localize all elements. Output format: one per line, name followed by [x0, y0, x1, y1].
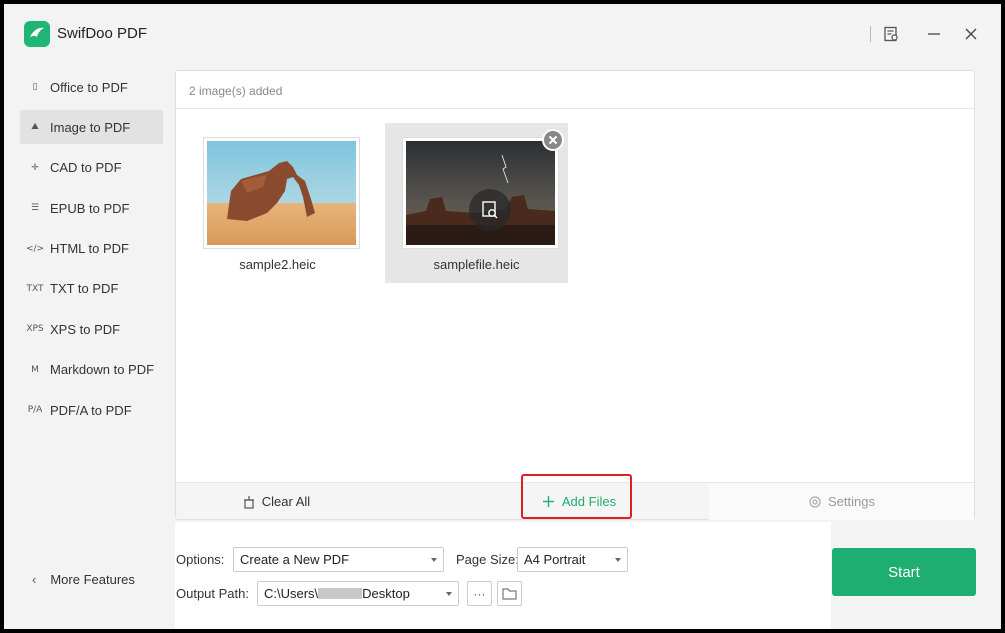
txt-icon: TXT — [26, 283, 44, 294]
swifdoo-logo-icon — [24, 21, 50, 47]
settings-button[interactable]: Settings — [709, 483, 974, 520]
options-value: Create a New PDF — [240, 552, 350, 567]
caret-down-icon — [615, 558, 621, 562]
file-card-samplefile[interactable]: samplefile.heic — [385, 123, 568, 283]
redacted-username — [318, 588, 363, 599]
file-panel: 2 image(s) added sample2.heic samplefile… — [175, 70, 975, 520]
sidebar-item-epub-to-pdf[interactable]: ☰ EPUB to PDF — [20, 191, 163, 225]
sidebar-item-label: HTML to PDF — [50, 241, 129, 257]
output-options: Options: Create a New PDF Page Size: A4 … — [175, 522, 831, 629]
more-features-label: More Features — [50, 572, 135, 587]
desert-rock-image — [207, 141, 356, 245]
office-icon: ▯ — [32, 82, 38, 92]
page-size-label: Page Size: — [456, 552, 519, 567]
chevron-left-icon: ‹ — [32, 572, 37, 587]
file-card-sample2[interactable]: sample2.heic — [186, 123, 369, 283]
sidebar-item-label: EPUB to PDF — [50, 200, 130, 216]
app-title: SwifDoo PDF — [57, 25, 148, 42]
app-window: SwifDoo PDF ▯ Office to PDF ⛰ Image to PDF ✛… — [4, 4, 1001, 629]
start-button[interactable]: Start — [832, 548, 976, 596]
sidebar-item-label: XPS to PDF — [50, 321, 121, 337]
more-features-button[interactable]: ‹ More Features — [32, 572, 135, 587]
sidebar-item-label: Image to PDF — [50, 119, 131, 135]
image-icon: ⛰ — [31, 122, 39, 133]
thumbnail — [402, 137, 559, 249]
cad-icon: ✛ — [31, 162, 39, 173]
clear-all-button[interactable]: Clear All — [176, 483, 376, 520]
close-icon[interactable] — [957, 20, 985, 48]
page-size-value: A4 Portrait — [524, 552, 586, 567]
options-select[interactable]: Create a New PDF — [233, 547, 444, 572]
sidebar-item-xps-to-pdf[interactable]: XPS XPS to PDF — [20, 312, 163, 346]
sidebar-item-image-to-pdf[interactable]: ⛰ Image to PDF — [20, 110, 163, 145]
file-name: sample2.heic — [239, 257, 316, 272]
open-folder-icon[interactable] — [497, 581, 522, 606]
page-size-select[interactable]: A4 Portrait — [517, 547, 628, 572]
thumbnail — [203, 137, 360, 249]
sidebar-item-markdown-to-pdf[interactable]: M Markdown to PDF — [20, 353, 163, 387]
plus-icon — [542, 496, 554, 507]
add-files-label: Add Files — [561, 494, 617, 509]
sidebar-item-label: PDF/A to PDF — [50, 402, 132, 418]
file-name: samplefile.heic — [433, 257, 520, 272]
sidebar-item-label: TXT to PDF — [50, 281, 119, 297]
browse-more-button[interactable]: ··· — [467, 581, 492, 606]
caret-down-icon — [446, 592, 452, 596]
add-files-button[interactable]: Add Files — [529, 483, 629, 520]
sidebar-item-office-to-pdf[interactable]: ▯ Office to PDF — [20, 70, 163, 104]
sidebar-item-txt-to-pdf[interactable]: TXT TXT to PDF — [20, 272, 163, 306]
caret-down-icon — [431, 558, 437, 562]
minimize-icon[interactable] — [920, 20, 948, 48]
output-path-select[interactable]: C:\Users\ Desktop — [257, 581, 459, 606]
output-path-value: C:\Users\ — [264, 586, 319, 601]
sidebar-item-label: CAD to PDF — [50, 160, 122, 176]
settings-label: Settings — [828, 494, 875, 509]
pdfa-icon: P/A — [27, 405, 43, 416]
broom-icon — [243, 495, 254, 509]
titlebar-divider — [870, 26, 871, 42]
sidebar-item-cad-to-pdf[interactable]: ✛ CAD to PDF — [20, 151, 163, 185]
panel-footer: Clear All Add Files Settings — [176, 482, 974, 520]
file-count: 2 image(s) added — [189, 84, 283, 98]
epub-icon: ☰ — [30, 203, 40, 214]
document-list-icon[interactable] — [877, 20, 905, 48]
gear-icon — [809, 495, 821, 508]
xps-icon: XPS — [26, 324, 44, 335]
remove-file-icon[interactable] — [542, 129, 564, 151]
clear-all-label: Clear All — [261, 494, 311, 509]
options-label: Options: — [176, 552, 225, 567]
title-bar: SwifDoo PDF — [4, 4, 1001, 62]
sidebar: ▯ Office to PDF ⛰ Image to PDF ✛ CAD to PDF ☰ E… — [20, 70, 163, 434]
panel-header: 2 image(s) added — [176, 71, 974, 109]
preview-icon[interactable] — [469, 189, 511, 231]
sidebar-item-pdf-a-to-pdf[interactable]: P/A PDF/A to PDF — [20, 393, 163, 427]
sidebar-item-label: Markdown to PDF — [50, 362, 155, 378]
sidebar-item-label: Office to PDF — [50, 79, 128, 95]
output-path-tail: Desktop — [362, 586, 410, 601]
html-icon: </> — [25, 243, 45, 254]
output-path-label: Output Path: — [176, 586, 249, 601]
markdown-icon: M — [31, 364, 39, 375]
sidebar-item-html-to-pdf[interactable]: </> HTML to PDF — [20, 232, 163, 266]
